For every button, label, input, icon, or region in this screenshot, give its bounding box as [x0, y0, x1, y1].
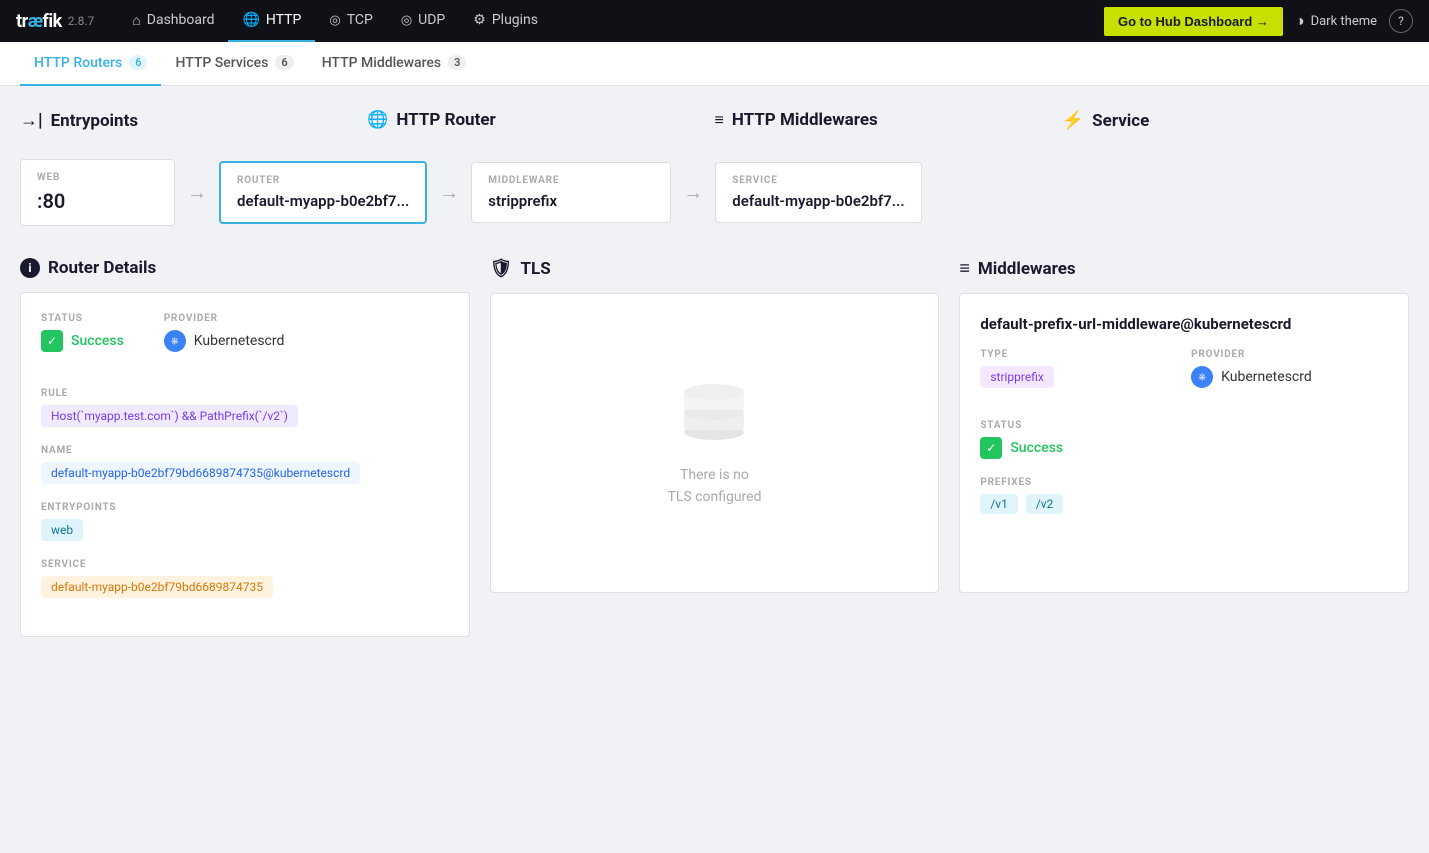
prefix-v2: /v2 [1026, 494, 1064, 514]
middlewares-title: ≡ Middlewares [959, 258, 1409, 279]
theme-toggle[interactable]: ◑ Dark theme [1295, 11, 1377, 31]
tcp-icon: ◎ [329, 13, 340, 28]
subtabs-bar: HTTP Routers 6 HTTP Services 6 HTTP Midd… [0, 42, 1429, 86]
mw-status-icon: ✓ [980, 437, 1002, 459]
middlewares-card: default-prefix-url-middleware@kubernetes… [959, 293, 1409, 593]
tls-section: 🛡 TLS There is noTLS c [490, 258, 940, 637]
flow-header-entrypoints: →| Entrypoints [20, 110, 367, 131]
router-globe-icon: 🌐 [367, 110, 388, 130]
name-value: default-myapp-b0e2bf79bd6689874735@kuber… [41, 462, 360, 484]
arrow-2: → [427, 180, 471, 205]
name-field: NAME default-myapp-b0e2bf79bd6689874735@… [41, 445, 449, 484]
routers-badge: 6 [129, 55, 147, 70]
globe-icon: 🌐 [242, 12, 259, 28]
entrypoint-card-value: :80 [37, 189, 158, 213]
entrypoint-card: WEB :80 [20, 159, 175, 226]
arrow-1: → [175, 180, 219, 205]
router-card-value: default-myapp-b0e2bf7... [237, 192, 409, 210]
tls-title: 🛡 TLS [490, 258, 940, 279]
entrypoints-value: web [41, 519, 83, 541]
provider-row: ⎈ Kubernetescrd [164, 330, 285, 352]
mw-status-field: STATUS ✓ Success [980, 420, 1388, 459]
flow-diagram: →| Entrypoints 🌐 HTTP Router ≡ HTTP Midd… [20, 110, 1409, 226]
services-badge: 6 [275, 55, 293, 70]
nav-dashboard[interactable]: ⌂ Dashboard [118, 0, 228, 42]
theme-icon: ◑ [1295, 11, 1305, 31]
tls-empty-state: There is noTLS configured [511, 314, 919, 569]
provider-value: Kubernetescrd [194, 333, 285, 349]
nav-http[interactable]: 🌐 HTTP [228, 0, 315, 42]
status-success-icon: ✓ [41, 330, 63, 352]
subtab-middlewares[interactable]: HTTP Middlewares 3 [308, 42, 481, 86]
app-logo: træfik [16, 11, 62, 32]
mw-provider-value: Kubernetescrd [1221, 369, 1312, 385]
middlewares-badge: 3 [448, 55, 466, 70]
home-icon: ⌂ [132, 12, 140, 29]
topnav: træfik 2.8.7 ⌂ Dashboard 🌐 HTTP ◎ TCP ◎ … [0, 0, 1429, 42]
middlewares-layers-icon: ≡ [959, 258, 970, 279]
service-field: SERVICE default-myapp-b0e2bf79bd66898747… [41, 559, 449, 598]
entrypoint-icon: →| [20, 110, 43, 131]
router-details-section: i Router Details STATUS ✓ Success PROVID… [20, 258, 470, 637]
service-value: default-myapp-b0e2bf79bd6689874735 [41, 576, 273, 598]
flow-header-middlewares: ≡ HTTP Middlewares [715, 110, 1062, 130]
provider-field: PROVIDER ⎈ Kubernetescrd [164, 313, 285, 352]
router-card-label: ROUTER [237, 175, 409, 186]
router-card[interactable]: ROUTER default-myapp-b0e2bf7... [219, 161, 427, 224]
tls-card: There is noTLS configured [490, 293, 940, 593]
entrypoint-card-label: WEB [37, 172, 158, 183]
flow-header-router: 🌐 HTTP Router [367, 110, 714, 130]
status-field: STATUS ✓ Success [41, 313, 124, 352]
mw-prefixes-field: PREFIXES /v1 /v2 [980, 477, 1388, 514]
mw-status-value: Success [1010, 440, 1063, 456]
rule-field: RULE Host(`myapp.test.com`) && PathPrefi… [41, 388, 449, 427]
rule-value: Host(`myapp.test.com`) && PathPrefix(`/v… [41, 405, 298, 427]
middleware-card-value: stripprefix [488, 192, 654, 210]
bolt-icon: ⚡ [1062, 110, 1084, 131]
arrow-3: → [671, 180, 715, 205]
router-details-card: STATUS ✓ Success PROVIDER ⎈ Kubernetescr… [20, 292, 470, 637]
shield-icon: 🛡 [490, 258, 513, 279]
nav-plugins[interactable]: ⚙ Plugins [459, 0, 552, 42]
subtab-routers[interactable]: HTTP Routers 6 [20, 42, 161, 86]
service-card-label: SERVICE [732, 175, 904, 186]
info-icon: i [20, 258, 40, 278]
nav-tcp[interactable]: ◎ TCP [315, 0, 386, 42]
service-card-value: default-myapp-b0e2bf7... [732, 192, 904, 210]
middleware-card-label: MIDDLEWARE [488, 175, 654, 186]
router-details-title: i Router Details [20, 258, 470, 278]
nav-udp[interactable]: ◎ UDP [387, 0, 459, 42]
entrypoints-field: ENTRYPOINTS web [41, 502, 449, 541]
app-version: 2.8.7 [68, 14, 95, 28]
service-flow-card: SERVICE default-myapp-b0e2bf7... [715, 162, 921, 223]
mw-provider-field: PROVIDER ⎈ Kubernetescrd [1191, 349, 1388, 388]
prefix-v1: /v1 [980, 494, 1018, 514]
tls-stack-icon [674, 374, 754, 448]
main-content: →| Entrypoints 🌐 HTTP Router ≡ HTTP Midd… [0, 86, 1429, 853]
mw-kubernetes-icon: ⎈ [1191, 366, 1213, 388]
layers-icon: ≡ [715, 110, 724, 130]
flow-header-service: ⚡ Service [1062, 110, 1409, 131]
status-value: Success [71, 333, 124, 349]
status-row: ✓ Success [41, 330, 124, 352]
kubernetes-icon: ⎈ [164, 330, 186, 352]
middlewares-section: ≡ Middlewares default-prefix-url-middlew… [959, 258, 1409, 637]
middleware-name: default-prefix-url-middleware@kubernetes… [980, 314, 1388, 335]
plugins-icon: ⚙ [473, 12, 486, 28]
detail-sections: i Router Details STATUS ✓ Success PROVID… [20, 258, 1409, 637]
mw-type-field: TYPE stripprefix [980, 349, 1177, 388]
prefix-list: /v1 /v2 [980, 494, 1388, 514]
tls-empty-text: There is noTLS configured [667, 464, 761, 509]
mw-grid: TYPE stripprefix PROVIDER ⎈ Kubernetescr… [980, 349, 1388, 406]
help-button[interactable]: ? [1389, 9, 1413, 33]
mw-status-row: ✓ Success [980, 437, 1388, 459]
hub-dashboard-button[interactable]: Go to Hub Dashboard → [1104, 7, 1283, 36]
middleware-card: MIDDLEWARE stripprefix [471, 162, 671, 223]
mw-type-value: stripprefix [980, 366, 1054, 388]
subtab-services[interactable]: HTTP Services 6 [161, 42, 307, 86]
mw-provider-row: ⎈ Kubernetescrd [1191, 366, 1388, 388]
udp-icon: ◎ [401, 13, 412, 28]
